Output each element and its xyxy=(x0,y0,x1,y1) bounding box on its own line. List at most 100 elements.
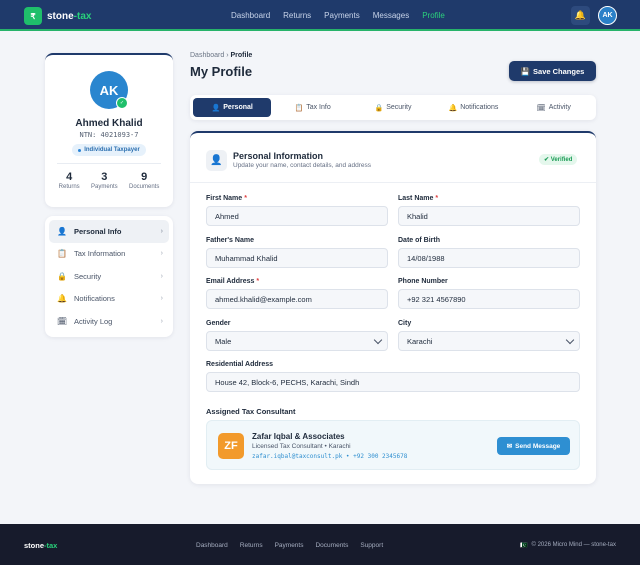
menu-item-security[interactable]: 🔒 Security › xyxy=(49,265,169,288)
consultant-card: ZF Zafar Iqbal & Associates Licensed Tax… xyxy=(206,420,580,470)
city-select[interactable]: Karachi xyxy=(398,331,580,351)
breadcrumb: Dashboard › Profile xyxy=(190,52,253,59)
envelope-icon: ✉ xyxy=(506,443,513,450)
menu-item-notifications[interactable]: 🔔 Notifications › xyxy=(49,288,169,311)
menu-item-tax-information[interactable]: 📋 Tax Information › xyxy=(49,243,169,266)
profile-stats: 4 Returns 3 Payments 9 Documents xyxy=(45,171,173,190)
last-name-field[interactable]: Khalid xyxy=(398,206,580,226)
top-navbar: ₹ stone-tax Dashboard Returns Payments M… xyxy=(0,0,640,31)
nav-profile[interactable]: Profile xyxy=(422,11,445,20)
consultant-contact[interactable]: zafar.iqbal@taxconsult.pk • +92 300 2345… xyxy=(252,453,407,460)
footer-link-dashboard[interactable]: Dashboard xyxy=(196,542,228,549)
page-title: My Profile xyxy=(190,64,253,79)
divider xyxy=(57,163,161,164)
footer-link-payments[interactable]: Payments xyxy=(275,542,304,549)
tab-activity[interactable]: 🗓 Activity xyxy=(515,98,593,117)
rupee-icon: ₹ xyxy=(24,7,42,25)
tab-personal[interactable]: 👤 Personal xyxy=(193,98,272,117)
footer-links: Dashboard Returns Payments Documents Sup… xyxy=(196,542,383,549)
gender-label: Gender xyxy=(206,320,231,327)
gender-select[interactable]: Male xyxy=(206,331,388,351)
stat-documents: 9 Documents xyxy=(128,171,160,190)
stat-returns: 4 Returns xyxy=(58,171,80,190)
check-icon: ✓ xyxy=(116,97,128,109)
chevron-right-icon: › xyxy=(160,250,163,258)
father-name-label: Father's Name xyxy=(206,237,254,244)
send-message-button[interactable]: ✉ Send Message xyxy=(497,437,570,455)
chevron-down-icon xyxy=(373,335,383,345)
user-avatar[interactable]: AK xyxy=(598,6,617,25)
consultant-avatar: ZF xyxy=(218,433,244,459)
consultant-role: Licensed Tax Consultant • Karachi xyxy=(252,443,351,450)
bell-icon: 🔔 xyxy=(57,294,67,304)
verified-badge: ✔ Verified xyxy=(539,154,578,165)
email-field[interactable]: ahmed.khalid@example.com xyxy=(206,289,388,309)
clipboard-icon: 📋 xyxy=(57,249,67,259)
chevron-right-icon: › xyxy=(160,227,163,235)
chevron-right-icon: › xyxy=(160,295,163,303)
calendar-icon: 🗓 xyxy=(536,104,546,112)
personal-info-card: 👤 Personal Information Update your name,… xyxy=(190,131,596,484)
taxpayer-type-badge: Individual Taxpayer xyxy=(72,144,146,156)
nav-messages[interactable]: Messages xyxy=(373,11,409,20)
user-icon: 👤 xyxy=(57,226,67,236)
flag-icon: 🇵🇰 xyxy=(520,543,528,549)
clipboard-icon: 📋 xyxy=(294,104,304,112)
city-label: City xyxy=(398,320,412,327)
main-nav: Dashboard Returns Payments Messages Prof… xyxy=(231,11,445,20)
brand-logo[interactable]: ₹ stone-tax xyxy=(24,7,91,25)
profile-name: Ahmed Khalid xyxy=(75,118,143,129)
profile-summary-card: AK ✓ Ahmed Khalid NTN: 4021093-7 Individ… xyxy=(45,53,173,207)
menu-item-activity-log[interactable]: 🗓 Activity Log › xyxy=(49,310,169,333)
brand-name: stone-tax xyxy=(47,10,92,22)
nav-returns[interactable]: Returns xyxy=(283,11,311,20)
footer-link-documents[interactable]: Documents xyxy=(315,542,348,549)
nav-dashboard[interactable]: Dashboard xyxy=(231,11,270,20)
profile-side-menu: 👤 Personal Info › 📋 Tax Information › 🔒 … xyxy=(45,216,173,337)
chevron-right-icon: › xyxy=(160,272,163,280)
chevron-right-icon: › xyxy=(160,317,163,325)
footer-brand[interactable]: stone-tax xyxy=(24,541,57,550)
tab-security[interactable]: 🔒 Security xyxy=(354,98,432,117)
user-icon: 👤 xyxy=(211,104,221,112)
dob-field[interactable]: 14/08/1988 xyxy=(398,248,580,268)
footer-link-returns[interactable]: Returns xyxy=(240,542,263,549)
tab-tax-info[interactable]: 📋 Tax Info xyxy=(273,98,351,117)
stat-payments: 3 Payments xyxy=(90,171,118,190)
breadcrumb-current: Profile xyxy=(230,52,253,59)
save-changes-button[interactable]: 💾 Save Changes xyxy=(509,61,596,81)
bell-icon: 🔔 xyxy=(448,104,458,112)
address-field[interactable]: House 42, Block-6, PECHS, Karachi, Sindh xyxy=(206,372,580,392)
consultant-section-title: Assigned Tax Consultant xyxy=(206,407,296,416)
profile-ntn: NTN: 4021093-7 xyxy=(79,131,139,139)
last-name-label: Last Name * xyxy=(398,195,439,202)
footer: stone-tax Dashboard Returns Payments Doc… xyxy=(0,524,640,565)
menu-item-personal-info[interactable]: 👤 Personal Info › xyxy=(49,220,169,243)
breadcrumb-dashboard[interactable]: Dashboard xyxy=(190,52,224,59)
profile-tabs: 👤 Personal 📋 Tax Info 🔒 Security 🔔 Notificat… xyxy=(190,95,596,120)
lock-icon: 🔒 xyxy=(57,271,67,281)
divider xyxy=(190,182,596,183)
dot-icon xyxy=(78,148,82,152)
calendar-icon: 🗓 xyxy=(57,316,68,326)
footer-copyright: 🇵🇰 © 2026 Micro Mind — stone-tax xyxy=(520,542,616,549)
phone-field[interactable]: +92 321 4567890 xyxy=(398,289,580,309)
tab-notifications[interactable]: 🔔 Notifications xyxy=(434,98,512,117)
father-name-field[interactable]: Muhammad Khalid xyxy=(206,248,388,268)
section-subtitle: Update your name, contact details, and a… xyxy=(233,162,372,169)
bell-icon[interactable]: 🔔 xyxy=(571,6,590,25)
nav-payments[interactable]: Payments xyxy=(324,11,360,20)
floppy-disk-icon: 💾 xyxy=(520,66,531,76)
chevron-down-icon xyxy=(565,335,575,345)
phone-label: Phone Number xyxy=(398,278,448,285)
email-label: Email Address * xyxy=(206,278,260,285)
dob-label: Date of Birth xyxy=(398,237,440,244)
consultant-name: Zafar Iqbal & Associates xyxy=(252,432,345,441)
lock-icon: 🔒 xyxy=(374,104,384,112)
section-title: Personal Information xyxy=(233,151,324,161)
first-name-field[interactable]: Ahmed xyxy=(206,206,388,226)
first-name-label: First Name * xyxy=(206,195,247,202)
footer-link-support[interactable]: Support xyxy=(360,542,383,549)
address-label: Residential Address xyxy=(206,361,274,368)
user-icon: 👤 xyxy=(206,150,227,171)
